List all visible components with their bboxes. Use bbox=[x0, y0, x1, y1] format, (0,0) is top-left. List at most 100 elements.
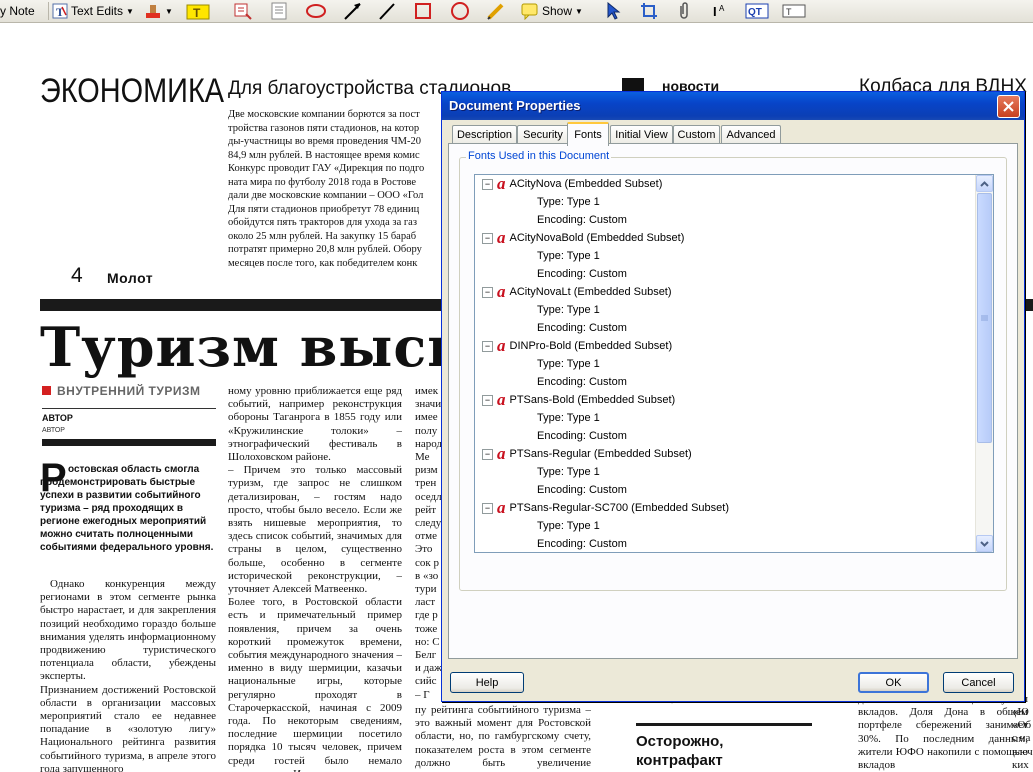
font-node[interactable]: − a PTSans-Regular (Embedded Subset) bbox=[475, 445, 975, 463]
font-type: Type: Type 1 bbox=[537, 250, 600, 262]
comment-icon bbox=[521, 3, 538, 20]
column-4-rule bbox=[636, 723, 812, 726]
font-encoding: Encoding: Custom bbox=[537, 376, 627, 388]
tab-label: Initial View bbox=[615, 129, 668, 141]
collapse-toggle[interactable]: − bbox=[482, 232, 493, 244]
ocr-tool[interactable]: QT bbox=[745, 2, 769, 20]
text-field-tool[interactable]: T bbox=[782, 2, 806, 20]
font-file-icon: a bbox=[497, 228, 506, 247]
note-tool[interactable] bbox=[270, 2, 288, 20]
arrow-tool[interactable] bbox=[343, 2, 363, 20]
cancel-button-label: Cancel bbox=[961, 676, 996, 689]
font-type: Type: Type 1 bbox=[537, 304, 600, 316]
help-button-label: Help bbox=[475, 676, 499, 689]
tab-initial-view[interactable]: Initial View bbox=[610, 125, 673, 144]
font-type: Type: Type 1 bbox=[537, 466, 600, 478]
tab-label: Fonts bbox=[574, 129, 602, 141]
pencil-tool[interactable] bbox=[486, 2, 506, 20]
scrollbar-thumb[interactable] bbox=[977, 193, 992, 443]
tab-label: Advanced bbox=[726, 129, 776, 141]
tab-fonts[interactable]: Fonts bbox=[567, 122, 609, 146]
tab-description[interactable]: Description bbox=[452, 125, 517, 144]
chevron-up-icon bbox=[980, 180, 989, 187]
crop-tool[interactable] bbox=[640, 2, 658, 20]
scroll-down-button[interactable] bbox=[976, 535, 993, 552]
rectangle-tool[interactable] bbox=[414, 2, 432, 20]
pointer-icon bbox=[607, 2, 621, 20]
vertical-scrollbar[interactable] bbox=[975, 175, 993, 552]
font-node[interactable]: − a ACityNova (Embedded Subset) bbox=[475, 175, 975, 193]
font-encoding: Encoding: Custom bbox=[537, 484, 627, 496]
rubric-rule bbox=[42, 408, 216, 409]
ok-button-label: OK bbox=[885, 676, 902, 689]
collapse-toggle[interactable]: − bbox=[482, 286, 493, 298]
text-field-icon: T bbox=[782, 4, 806, 18]
cancel-button[interactable]: Cancel bbox=[943, 672, 1014, 693]
font-encoding: Encoding: Custom bbox=[537, 322, 627, 334]
tab-security[interactable]: Security bbox=[517, 125, 569, 144]
text-edits-tool[interactable]: T Text Edits ▼ bbox=[52, 2, 134, 20]
font-node[interactable]: − a PTSans-Bold (Embedded Subset) bbox=[475, 391, 975, 409]
body-column-1: Однако конкуренция между регионами в это… bbox=[40, 578, 216, 772]
paperclip-icon bbox=[680, 2, 688, 19]
fonts-tree-list: − a ACityNova (Embedded Subset) Type: Type… bbox=[475, 175, 975, 552]
column-5-text: дится 44% от общей суммы вкладов. Доля Д… bbox=[858, 693, 1028, 772]
font-name: PTSans-Bold (Embedded Subset) bbox=[509, 394, 676, 406]
line-tool[interactable] bbox=[378, 2, 396, 20]
attach-tool[interactable] bbox=[675, 2, 693, 20]
show-menu[interactable]: Show ▼ bbox=[521, 2, 583, 20]
close-button[interactable] bbox=[997, 95, 1020, 118]
select-tool[interactable] bbox=[605, 2, 621, 20]
svg-text:QT: QT bbox=[748, 7, 762, 18]
font-file-icon: a bbox=[497, 336, 506, 355]
group-label: Fonts Used in this Document bbox=[466, 150, 612, 162]
dialog-title: Document Properties bbox=[449, 98, 581, 113]
author-name: АВТОР bbox=[42, 427, 65, 434]
news-badge bbox=[622, 78, 644, 92]
annotation-toolbar: y Note T Text Edits ▼ ▼ T Show ▼ I A QT … bbox=[0, 0, 1033, 23]
help-button[interactable]: Help bbox=[450, 672, 524, 693]
font-node[interactable]: − a ACityNovaLt (Embedded Subset) bbox=[475, 283, 975, 301]
column-6-text: «Ю «Об с на влеч ких bbox=[1012, 706, 1033, 771]
font-type: Type: Type 1 bbox=[537, 196, 600, 208]
svg-text:I: I bbox=[713, 4, 717, 19]
tab-advanced[interactable]: Advanced bbox=[721, 125, 781, 144]
collapse-toggle[interactable]: − bbox=[482, 448, 493, 460]
font-name: PTSans-Regular-SC700 (Embedded Subset) bbox=[509, 502, 730, 514]
ocr-icon: QT bbox=[745, 3, 769, 19]
collapse-toggle[interactable]: − bbox=[482, 502, 493, 514]
oval-tool[interactable] bbox=[450, 2, 470, 20]
close-icon bbox=[1003, 101, 1014, 112]
fonts-tab-panel: Fonts Used in this Document − a ACityNova … bbox=[448, 143, 1018, 659]
touchup-text-tool[interactable]: IA bbox=[711, 2, 731, 20]
show-label: Show bbox=[542, 4, 573, 18]
ok-button[interactable]: OK bbox=[858, 672, 929, 693]
fonts-tree-view[interactable]: − a ACityNova (Embedded Subset) Type: Type… bbox=[474, 174, 994, 553]
tab-custom[interactable]: Custom bbox=[673, 125, 720, 144]
scroll-up-button[interactable] bbox=[976, 175, 993, 192]
text-edits-icon: T bbox=[52, 3, 68, 19]
replace-text-tool[interactable] bbox=[233, 2, 253, 20]
collapse-toggle[interactable]: − bbox=[482, 178, 493, 190]
line-icon bbox=[379, 3, 395, 20]
font-encoding: Encoding: Custom bbox=[537, 538, 627, 550]
grip-icon bbox=[981, 315, 988, 321]
cloud-tool[interactable] bbox=[305, 2, 327, 20]
highlight-tool[interactable]: T bbox=[186, 2, 210, 20]
font-node[interactable]: − a ACityNovaBold (Embedded Subset) bbox=[475, 229, 975, 247]
collapse-toggle[interactable]: − bbox=[482, 394, 493, 406]
collapse-toggle[interactable]: − bbox=[482, 340, 493, 352]
font-node[interactable]: − a DINPro-Bold (Embedded Subset) bbox=[475, 337, 975, 355]
section-label: ЭКОНОМИКА bbox=[40, 72, 225, 110]
sticky-note-tool[interactable]: y Note bbox=[0, 2, 35, 20]
dialog-title-bar[interactable]: Document Properties bbox=[442, 92, 1024, 120]
stamp-tool[interactable]: ▼ bbox=[144, 2, 173, 20]
font-type: Type: Type 1 bbox=[537, 412, 600, 424]
font-node[interactable]: − a PTSans-Regular-SC700 (Embedded Subset) bbox=[475, 499, 975, 517]
chevron-down-icon bbox=[980, 540, 989, 547]
article-text: Две московские компании борются за пост … bbox=[228, 109, 425, 268]
tab-label: Security bbox=[523, 129, 563, 141]
oval-icon bbox=[451, 2, 469, 20]
font-encoding: Encoding: Custom bbox=[537, 214, 627, 226]
tab-label: Description bbox=[456, 129, 513, 141]
